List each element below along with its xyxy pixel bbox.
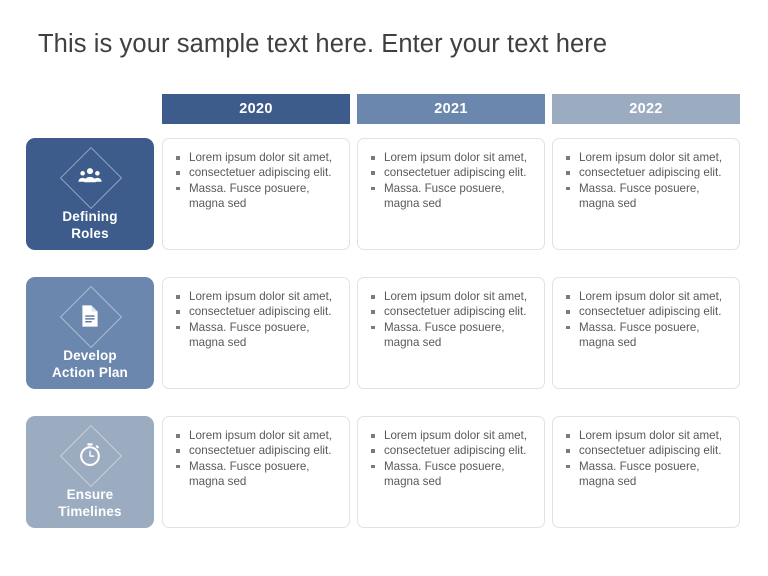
- bullet-list: Lorem ipsum dolor sit amet, consectetuer …: [563, 429, 731, 490]
- list-item: Lorem ipsum dolor sit amet,: [563, 151, 731, 166]
- slide-canvas: This is your sample text here. Enter you…: [0, 0, 768, 576]
- list-item: Massa. Fusce posuere, magna sed: [563, 182, 731, 212]
- content-card[interactable]: Lorem ipsum dolor sit amet, consectetuer …: [552, 138, 740, 250]
- list-item: Lorem ipsum dolor sit amet,: [368, 290, 536, 305]
- bullet-list: Lorem ipsum dolor sit amet, consectetuer …: [368, 429, 536, 490]
- list-item: Lorem ipsum dolor sit amet,: [173, 151, 341, 166]
- category-card-defining-roles[interactable]: Defining Roles: [26, 138, 154, 250]
- diamond-frame: [61, 426, 119, 484]
- list-item: consectetuer adipiscing elit.: [563, 166, 731, 181]
- bullet-list: Lorem ipsum dolor sit amet, consectetuer …: [173, 429, 341, 490]
- list-item: consectetuer adipiscing elit.: [563, 305, 731, 320]
- category-card-ensure-timelines[interactable]: Ensure Timelines: [26, 416, 154, 528]
- diamond-frame: [61, 148, 119, 206]
- content-card[interactable]: Lorem ipsum dolor sit amet, consectetuer …: [357, 416, 545, 528]
- list-item: Lorem ipsum dolor sit amet,: [368, 429, 536, 444]
- column-header-2021[interactable]: 2021: [357, 94, 545, 124]
- bullet-list: Lorem ipsum dolor sit amet, consectetuer …: [173, 290, 341, 351]
- list-item: Lorem ipsum dolor sit amet,: [173, 429, 341, 444]
- list-item: Massa. Fusce posuere, magna sed: [563, 460, 731, 490]
- list-item: Massa. Fusce posuere, magna sed: [563, 321, 731, 351]
- content-card[interactable]: Lorem ipsum dolor sit amet, consectetuer …: [162, 277, 350, 389]
- column-header-2020[interactable]: 2020: [162, 94, 350, 124]
- list-item: Lorem ipsum dolor sit amet,: [173, 290, 341, 305]
- content-card[interactable]: Lorem ipsum dolor sit amet, consectetuer …: [357, 277, 545, 389]
- list-item: Massa. Fusce posuere, magna sed: [173, 460, 341, 490]
- list-item: Lorem ipsum dolor sit amet,: [368, 151, 536, 166]
- bullet-list: Lorem ipsum dolor sit amet, consectetuer …: [563, 151, 731, 212]
- list-item: Massa. Fusce posuere, magna sed: [368, 321, 536, 351]
- content-card[interactable]: Lorem ipsum dolor sit amet, consectetuer …: [162, 416, 350, 528]
- diamond-frame: [61, 287, 119, 345]
- category-label: Defining Roles: [62, 209, 118, 241]
- list-item: consectetuer adipiscing elit.: [563, 444, 731, 459]
- content-card[interactable]: Lorem ipsum dolor sit amet, consectetuer …: [357, 138, 545, 250]
- list-item: Massa. Fusce posuere, magna sed: [368, 460, 536, 490]
- column-header-label: 2021: [434, 101, 468, 117]
- page-title: This is your sample text here. Enter you…: [38, 30, 608, 58]
- list-item: Massa. Fusce posuere, magna sed: [173, 182, 341, 212]
- bullet-list: Lorem ipsum dolor sit amet, consectetuer …: [368, 290, 536, 351]
- content-card[interactable]: Lorem ipsum dolor sit amet, consectetuer …: [162, 138, 350, 250]
- bullet-list: Lorem ipsum dolor sit amet, consectetuer …: [173, 151, 341, 212]
- bullet-list: Lorem ipsum dolor sit amet, consectetuer …: [368, 151, 536, 212]
- column-header-label: 2020: [239, 101, 273, 117]
- list-item: consectetuer adipiscing elit.: [173, 166, 341, 181]
- category-card-develop-action-plan[interactable]: Develop Action Plan: [26, 277, 154, 389]
- list-item: Massa. Fusce posuere, magna sed: [368, 182, 536, 212]
- list-item: consectetuer adipiscing elit.: [173, 444, 341, 459]
- content-card[interactable]: Lorem ipsum dolor sit amet, consectetuer …: [552, 277, 740, 389]
- list-item: consectetuer adipiscing elit.: [173, 305, 341, 320]
- list-item: consectetuer adipiscing elit.: [368, 444, 536, 459]
- list-item: consectetuer adipiscing elit.: [368, 305, 536, 320]
- category-label: Ensure Timelines: [58, 487, 122, 519]
- column-header-label: 2022: [629, 101, 663, 117]
- bullet-list: Lorem ipsum dolor sit amet, consectetuer …: [563, 290, 731, 351]
- document-icon: [82, 305, 98, 327]
- content-card[interactable]: Lorem ipsum dolor sit amet, consectetuer …: [552, 416, 740, 528]
- list-item: Massa. Fusce posuere, magna sed: [173, 321, 341, 351]
- people-group-icon: [78, 168, 102, 183]
- stopwatch-icon: [80, 443, 100, 466]
- list-item: Lorem ipsum dolor sit amet,: [563, 429, 731, 444]
- category-label: Develop Action Plan: [52, 348, 128, 380]
- list-item: consectetuer adipiscing elit.: [368, 166, 536, 181]
- column-header-2022[interactable]: 2022: [552, 94, 740, 124]
- list-item: Lorem ipsum dolor sit amet,: [563, 290, 731, 305]
